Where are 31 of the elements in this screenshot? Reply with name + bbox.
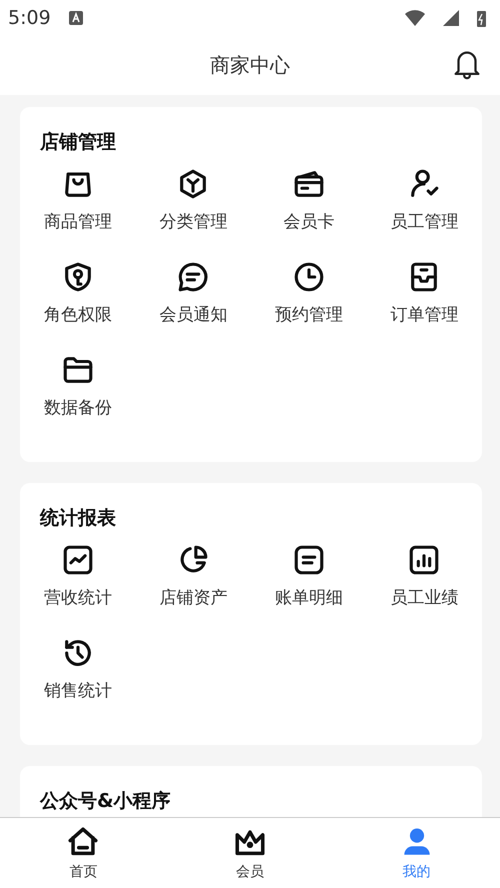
document-icon xyxy=(292,543,326,577)
tab-bar-item[interactable]: 我的 xyxy=(333,818,500,888)
line-chart-icon xyxy=(60,543,95,577)
menu-item[interactable]: 会员卡 xyxy=(283,210,334,233)
chat-bubble-icon xyxy=(176,260,210,294)
menu-item[interactable]: 员工业绩 xyxy=(390,586,458,609)
menu-item[interactable]: 店铺资产 xyxy=(159,586,228,609)
battery-icon xyxy=(477,10,486,26)
menu-item[interactable]: 账单明细 xyxy=(274,586,343,609)
menu-item[interactable]: 销售统计 xyxy=(44,679,112,702)
menu-item[interactable]: 预约管理 xyxy=(274,303,343,326)
section-title: 公众号&小程序 xyxy=(38,789,172,814)
menu-item[interactable]: 员工管理 xyxy=(390,210,458,233)
menu-item[interactable]: 角色权限 xyxy=(44,303,112,326)
section-title: 店铺管理 xyxy=(38,130,117,155)
menu-item[interactable]: 会员通知 xyxy=(159,303,228,326)
menu-item[interactable]: 营收统计 xyxy=(44,586,112,609)
notification-icon xyxy=(68,11,83,25)
menu-item[interactable]: 分类管理 xyxy=(159,210,228,233)
menu-item[interactable]: 数据备份 xyxy=(44,396,112,419)
bar-chart-icon xyxy=(407,543,442,577)
clock-icon xyxy=(292,260,326,294)
section-title: 统计报表 xyxy=(38,506,117,531)
wifi-icon xyxy=(405,10,425,26)
page-title: 商家中心 xyxy=(210,52,290,79)
tab-bar-item[interactable]: 会员 xyxy=(166,818,334,888)
tab-bar-item[interactable]: 首页 xyxy=(0,818,167,888)
signal-icon xyxy=(443,10,459,26)
menu-item[interactable]: 商品管理 xyxy=(44,210,112,233)
status-time: 5:09 xyxy=(8,7,51,29)
menu-item[interactable]: 订单管理 xyxy=(390,303,458,326)
